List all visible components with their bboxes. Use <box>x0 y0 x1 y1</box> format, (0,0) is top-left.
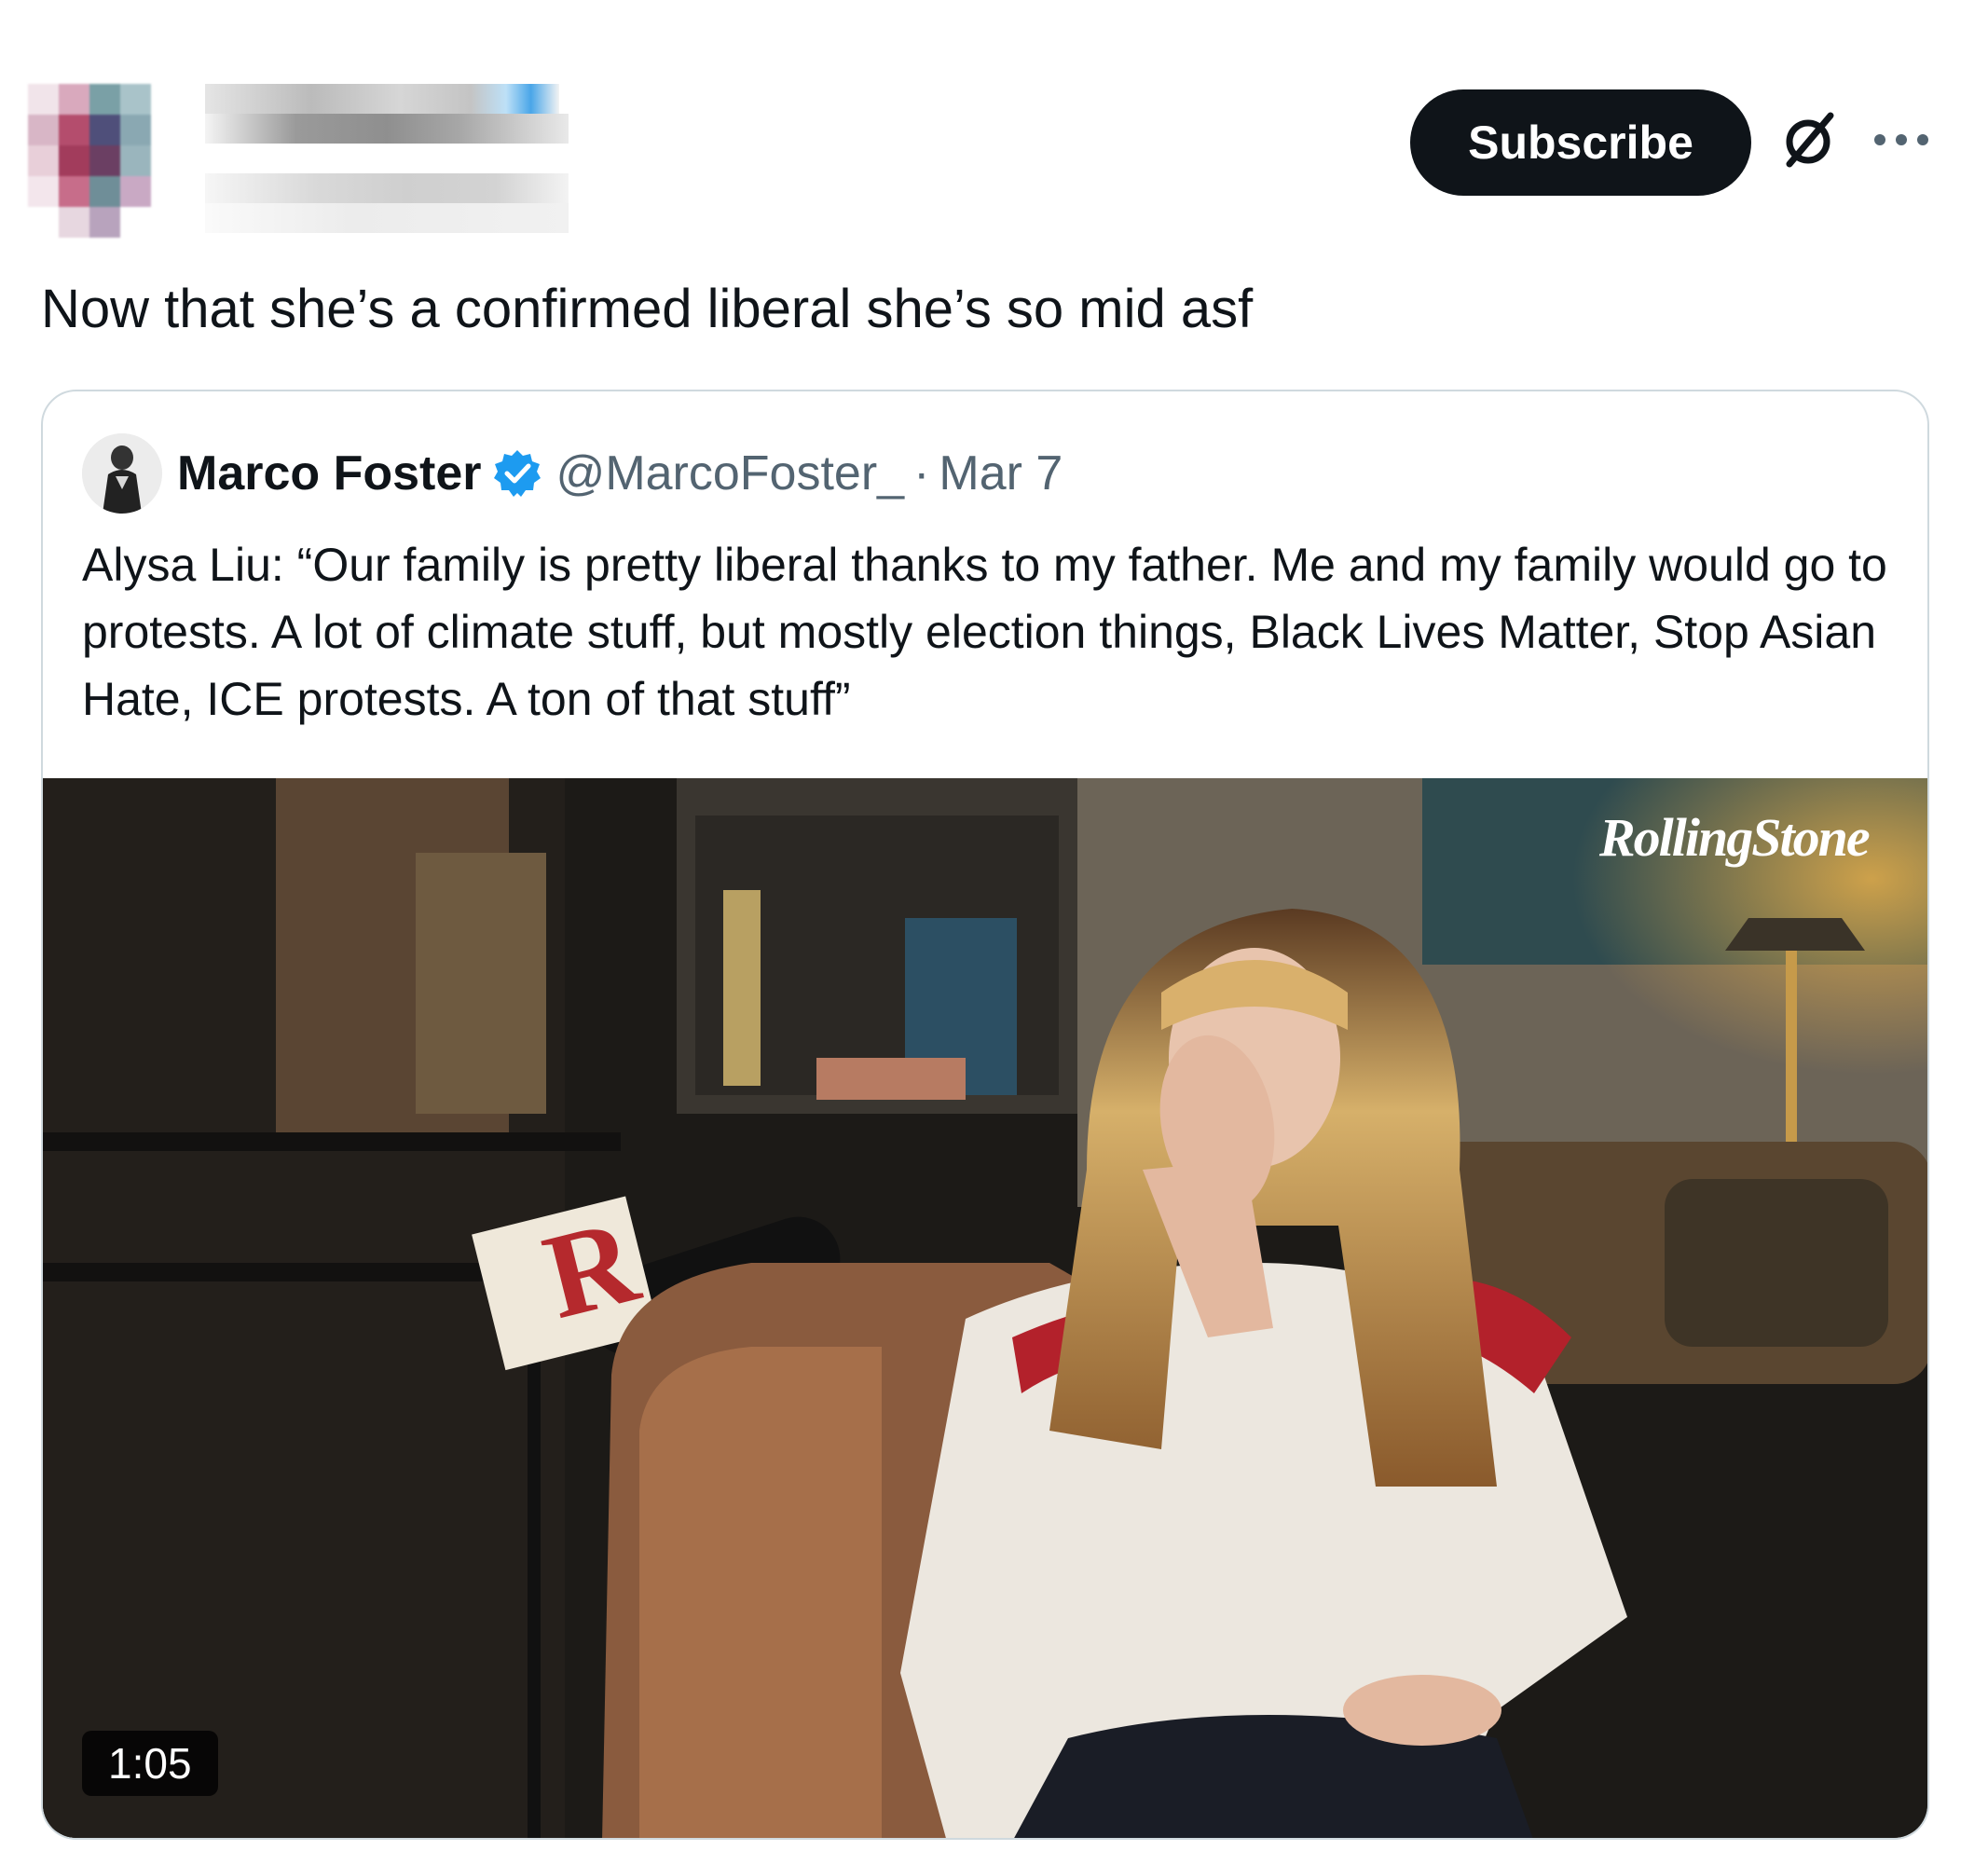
quoted-author-handle[interactable]: @MarcoFoster_ <box>556 445 905 501</box>
video-thumbnail: R <box>43 778 1927 1838</box>
author-avatar-obscured[interactable] <box>28 84 182 238</box>
author-name-obscured[interactable] <box>205 84 596 233</box>
quoted-post-header: Marco Foster @MarcoFoster_ · Mar 7 <box>82 431 1063 516</box>
header-separator: · <box>913 446 930 500</box>
quoted-author-avatar[interactable] <box>82 433 162 514</box>
quoted-post-card[interactable]: Marco Foster @MarcoFoster_ · Mar 7 Alysa… <box>41 390 1929 1840</box>
verified-badge-icon <box>493 450 541 497</box>
quoted-post-text: Alysa Liu: “Our family is pretty liberal… <box>82 539 1887 725</box>
video-duration-badge: 1:05 <box>82 1731 218 1796</box>
more-dots-icon[interactable] <box>1869 110 1934 170</box>
quoted-post-date[interactable]: Mar 7 <box>939 445 1063 501</box>
rolling-stone-watermark: RollingStone <box>1599 807 1871 868</box>
quoted-author-name[interactable]: Marco Foster <box>177 445 482 501</box>
video-player[interactable]: R RollingStone 1:05 <box>43 778 1927 1838</box>
post-text: Now that she’s a confirmed liberal she’s… <box>41 279 1254 339</box>
subscribe-button[interactable]: Subscribe <box>1410 89 1751 196</box>
grok-slash-circle-icon[interactable] <box>1780 110 1840 170</box>
